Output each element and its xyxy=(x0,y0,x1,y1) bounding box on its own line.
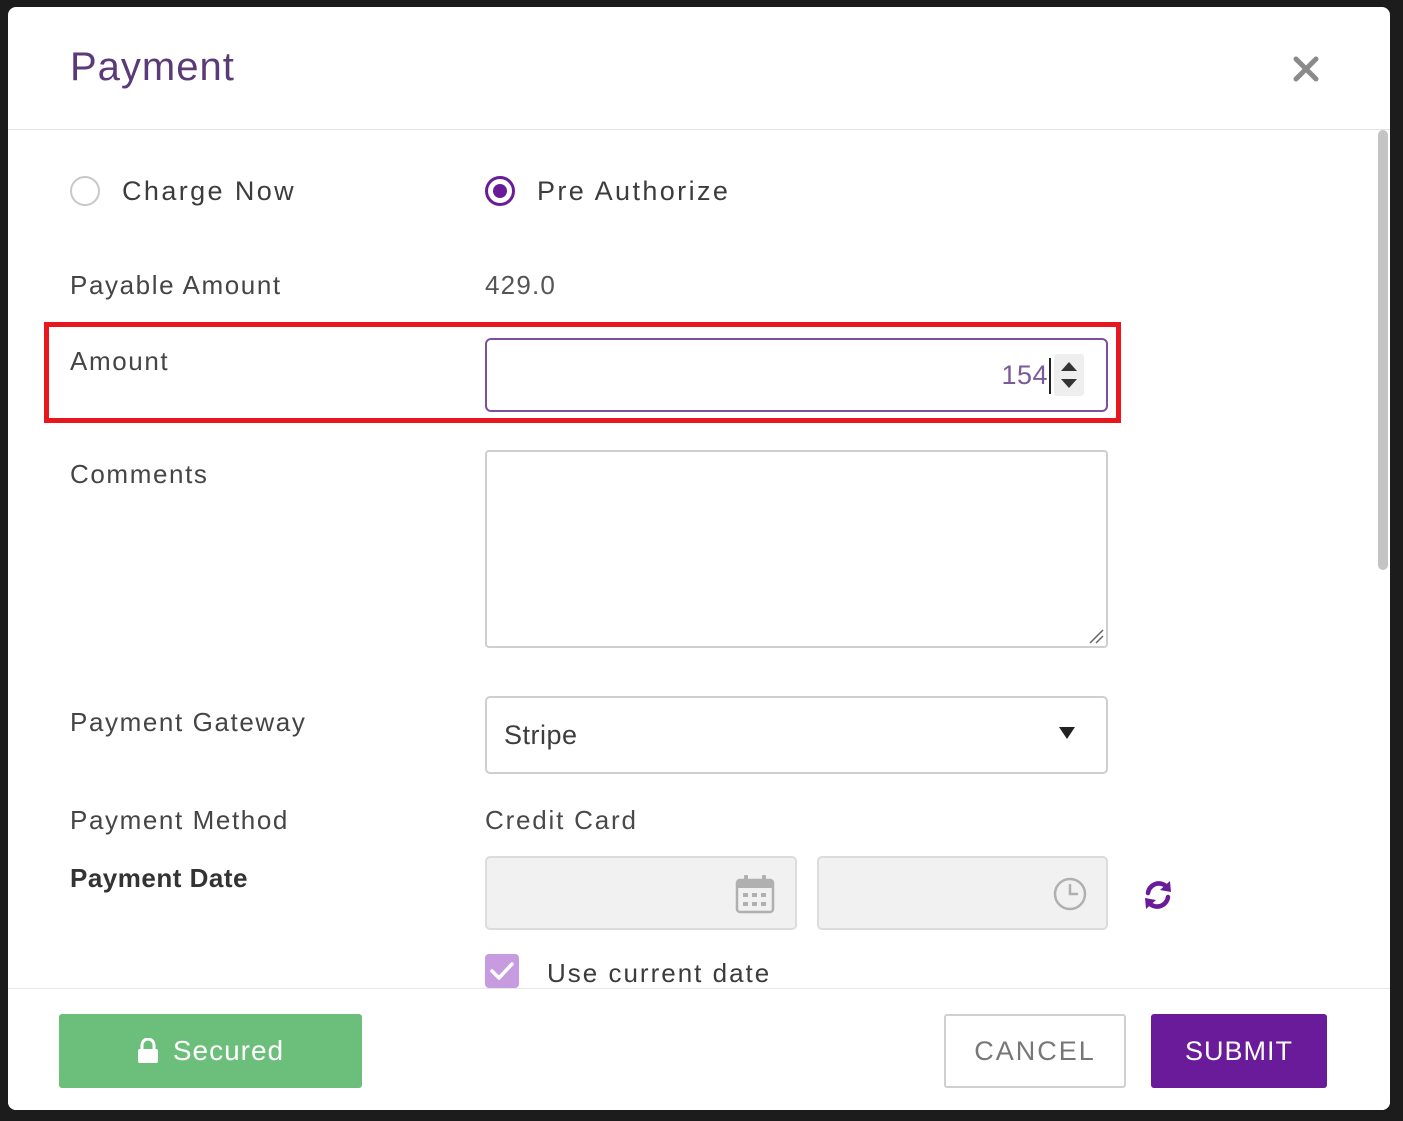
amount-stepper[interactable] xyxy=(1054,354,1084,396)
dropdown-arrow-icon xyxy=(1059,727,1075,739)
text-caret xyxy=(1049,358,1051,394)
clock-icon[interactable] xyxy=(1052,876,1088,912)
payment-time-field[interactable] xyxy=(817,856,1108,930)
payment-date-field[interactable] xyxy=(485,856,797,930)
use-current-date-label[interactable]: Use current date xyxy=(547,958,771,988)
payable-amount-label: Payable Amount xyxy=(70,270,282,300)
calendar-icon[interactable] xyxy=(735,874,775,914)
amount-label: Amount xyxy=(70,346,170,376)
close-button[interactable] xyxy=(1288,51,1324,87)
payment-method-value: Credit Card xyxy=(485,805,638,835)
secured-badge: Secured xyxy=(59,1014,362,1088)
dialog-title: Payment xyxy=(70,45,235,89)
payment-gateway-value: Stripe xyxy=(504,720,578,750)
payment-method-label: Payment Method xyxy=(70,805,289,835)
dialog-body: Charge Now Pre Authorize Payable Amount … xyxy=(8,130,1390,988)
pre-authorize-label[interactable]: Pre Authorize xyxy=(537,176,730,207)
dialog-footer: Secured CANCEL SUBMIT xyxy=(8,988,1390,1110)
payable-amount-value: 429.0 xyxy=(485,270,557,300)
stepper-arrows-icon xyxy=(1061,362,1077,388)
amount-input[interactable]: 154 xyxy=(485,338,1108,412)
comments-label: Comments xyxy=(70,459,209,489)
comments-textarea[interactable] xyxy=(485,450,1108,648)
amount-value: 154 xyxy=(1001,360,1048,390)
secured-label: Secured xyxy=(172,1035,285,1066)
payment-dialog: Payment Charge Now Pre Authorize Payable… xyxy=(8,7,1390,1110)
payment-gateway-select[interactable]: Stripe xyxy=(485,696,1108,774)
submit-button[interactable]: SUBMIT xyxy=(1151,1014,1327,1088)
scrollbar[interactable] xyxy=(1378,130,1388,570)
dialog-header: Payment xyxy=(8,7,1390,130)
payment-date-label: Payment Date xyxy=(70,863,248,893)
charge-now-label[interactable]: Charge Now xyxy=(122,176,296,207)
cancel-button[interactable]: CANCEL xyxy=(944,1014,1126,1088)
lock-icon xyxy=(137,1038,158,1063)
use-current-date-checkbox[interactable] xyxy=(485,954,519,988)
refresh-icon[interactable] xyxy=(1141,878,1175,912)
charge-now-radio[interactable] xyxy=(70,176,100,206)
close-icon xyxy=(1293,56,1319,82)
resize-grip-icon[interactable] xyxy=(1086,626,1104,644)
pre-authorize-radio[interactable] xyxy=(485,176,515,206)
payment-gateway-label: Payment Gateway xyxy=(70,707,307,737)
checkmark-icon xyxy=(490,962,514,980)
